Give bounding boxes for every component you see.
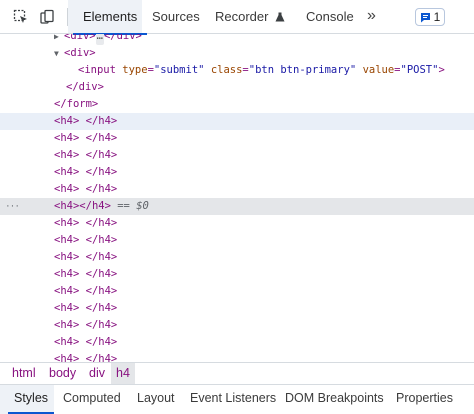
tab-recorder[interactable]: Recorder (215, 0, 285, 34)
dom-node-h4[interactable]: <h4> </h4> (0, 164, 474, 181)
dom-node-form-close[interactable]: </form> (0, 96, 474, 113)
inspect-element-icon[interactable] (12, 8, 30, 26)
dom-node-div-close[interactable]: </div> (0, 79, 474, 96)
tag-close: </div> (66, 81, 104, 93)
attr-name: class (210, 64, 243, 76)
dom-node-div-expanded[interactable]: ▼ <div> (0, 45, 474, 62)
dom-node-h4[interactable]: <h4> </h4> (0, 283, 474, 300)
breadcrumb: html body div h4 (0, 362, 474, 384)
attr-value: submit (160, 64, 199, 76)
styles-pane-tabs: Styles Computed Layout Event Listeners D… (0, 384, 474, 414)
dom-node-h4[interactable]: <h4> </h4> (0, 351, 474, 362)
tab-properties[interactable]: Properties (396, 385, 453, 414)
tag-open: <div> (64, 47, 96, 59)
selected-node-marker: == $0 (117, 200, 149, 212)
dom-node-h4[interactable]: <h4> </h4> (0, 215, 474, 232)
tab-layout[interactable]: Layout (137, 385, 175, 414)
dom-node-h4[interactable]: <h4> </h4> (0, 232, 474, 249)
attr-value: btn btn-primary (255, 64, 350, 76)
tab-styles[interactable]: Styles (7, 385, 55, 414)
dom-node-h4[interactable]: <h4> </h4> (0, 113, 474, 130)
dom-node-h4[interactable]: <h4> </h4> (0, 317, 474, 334)
tag-open: <div> (64, 34, 96, 42)
tab-event-listeners[interactable]: Event Listeners (190, 385, 276, 414)
dom-node-h4[interactable]: <h4> </h4> (0, 130, 474, 147)
dom-node-h4[interactable]: <h4> </h4> (0, 334, 474, 351)
dom-node-input[interactable]: <input type="submit" class="btn btn-prim… (0, 62, 474, 79)
tag-close: </div> (103, 34, 142, 42)
tab-console[interactable]: Console (306, 0, 354, 34)
dom-node-h4[interactable]: <h4> </h4> (0, 181, 474, 198)
tab-computed[interactable]: Computed (63, 385, 121, 414)
issues-badge-button[interactable]: 1 (415, 8, 445, 26)
tree-scrollbar[interactable] (470, 36, 474, 356)
tag-close: </form> (54, 98, 99, 110)
attr-name: value (362, 64, 395, 76)
expand-triangle-icon[interactable]: ▶ (54, 34, 64, 45)
dom-tree: ▶ <div>…</div> ▼ <div> <input type="submit… (0, 34, 474, 362)
breadcrumb-html[interactable]: html (7, 363, 41, 384)
flask-icon (275, 12, 285, 22)
collapsed-children-ellipsis[interactable]: … (95, 34, 104, 45)
dom-node-div-collapsed[interactable]: ▶ <div>…</div> (0, 34, 474, 45)
issues-count: 1 (433, 10, 441, 24)
dom-node-h4[interactable]: <h4> </h4> (0, 249, 474, 266)
tab-dom-breakpoints[interactable]: DOM Breakpoints (285, 385, 384, 414)
tag-name: input (84, 64, 116, 76)
tab-recorder-label: Recorder (215, 9, 269, 24)
device-toggle-icon[interactable] (38, 8, 56, 26)
dom-node-h4[interactable]: <h4> </h4> (0, 266, 474, 283)
collapse-triangle-icon[interactable]: ▼ (54, 45, 64, 62)
more-tabs-button[interactable]: » (367, 0, 376, 34)
tab-elements[interactable]: Elements (72, 0, 148, 35)
message-icon (420, 12, 430, 22)
breadcrumb-div[interactable]: div (84, 363, 110, 384)
attr-value: POST (406, 64, 433, 76)
breadcrumb-body[interactable]: body (44, 363, 81, 384)
tab-sources[interactable]: Sources (152, 0, 200, 34)
devtools-toolbar: Elements Sources Recorder Console » 1 (0, 0, 474, 35)
dom-node-h4-selected[interactable]: ··· <h4></h4> == $0 (0, 198, 474, 215)
more-options-dots[interactable]: ··· (6, 198, 20, 215)
dom-node-h4[interactable]: <h4> </h4> (0, 300, 474, 317)
breadcrumb-h4[interactable]: h4 (111, 363, 135, 384)
attr-name: type (122, 64, 148, 76)
dom-node-h4[interactable]: <h4> </h4> (0, 147, 474, 164)
